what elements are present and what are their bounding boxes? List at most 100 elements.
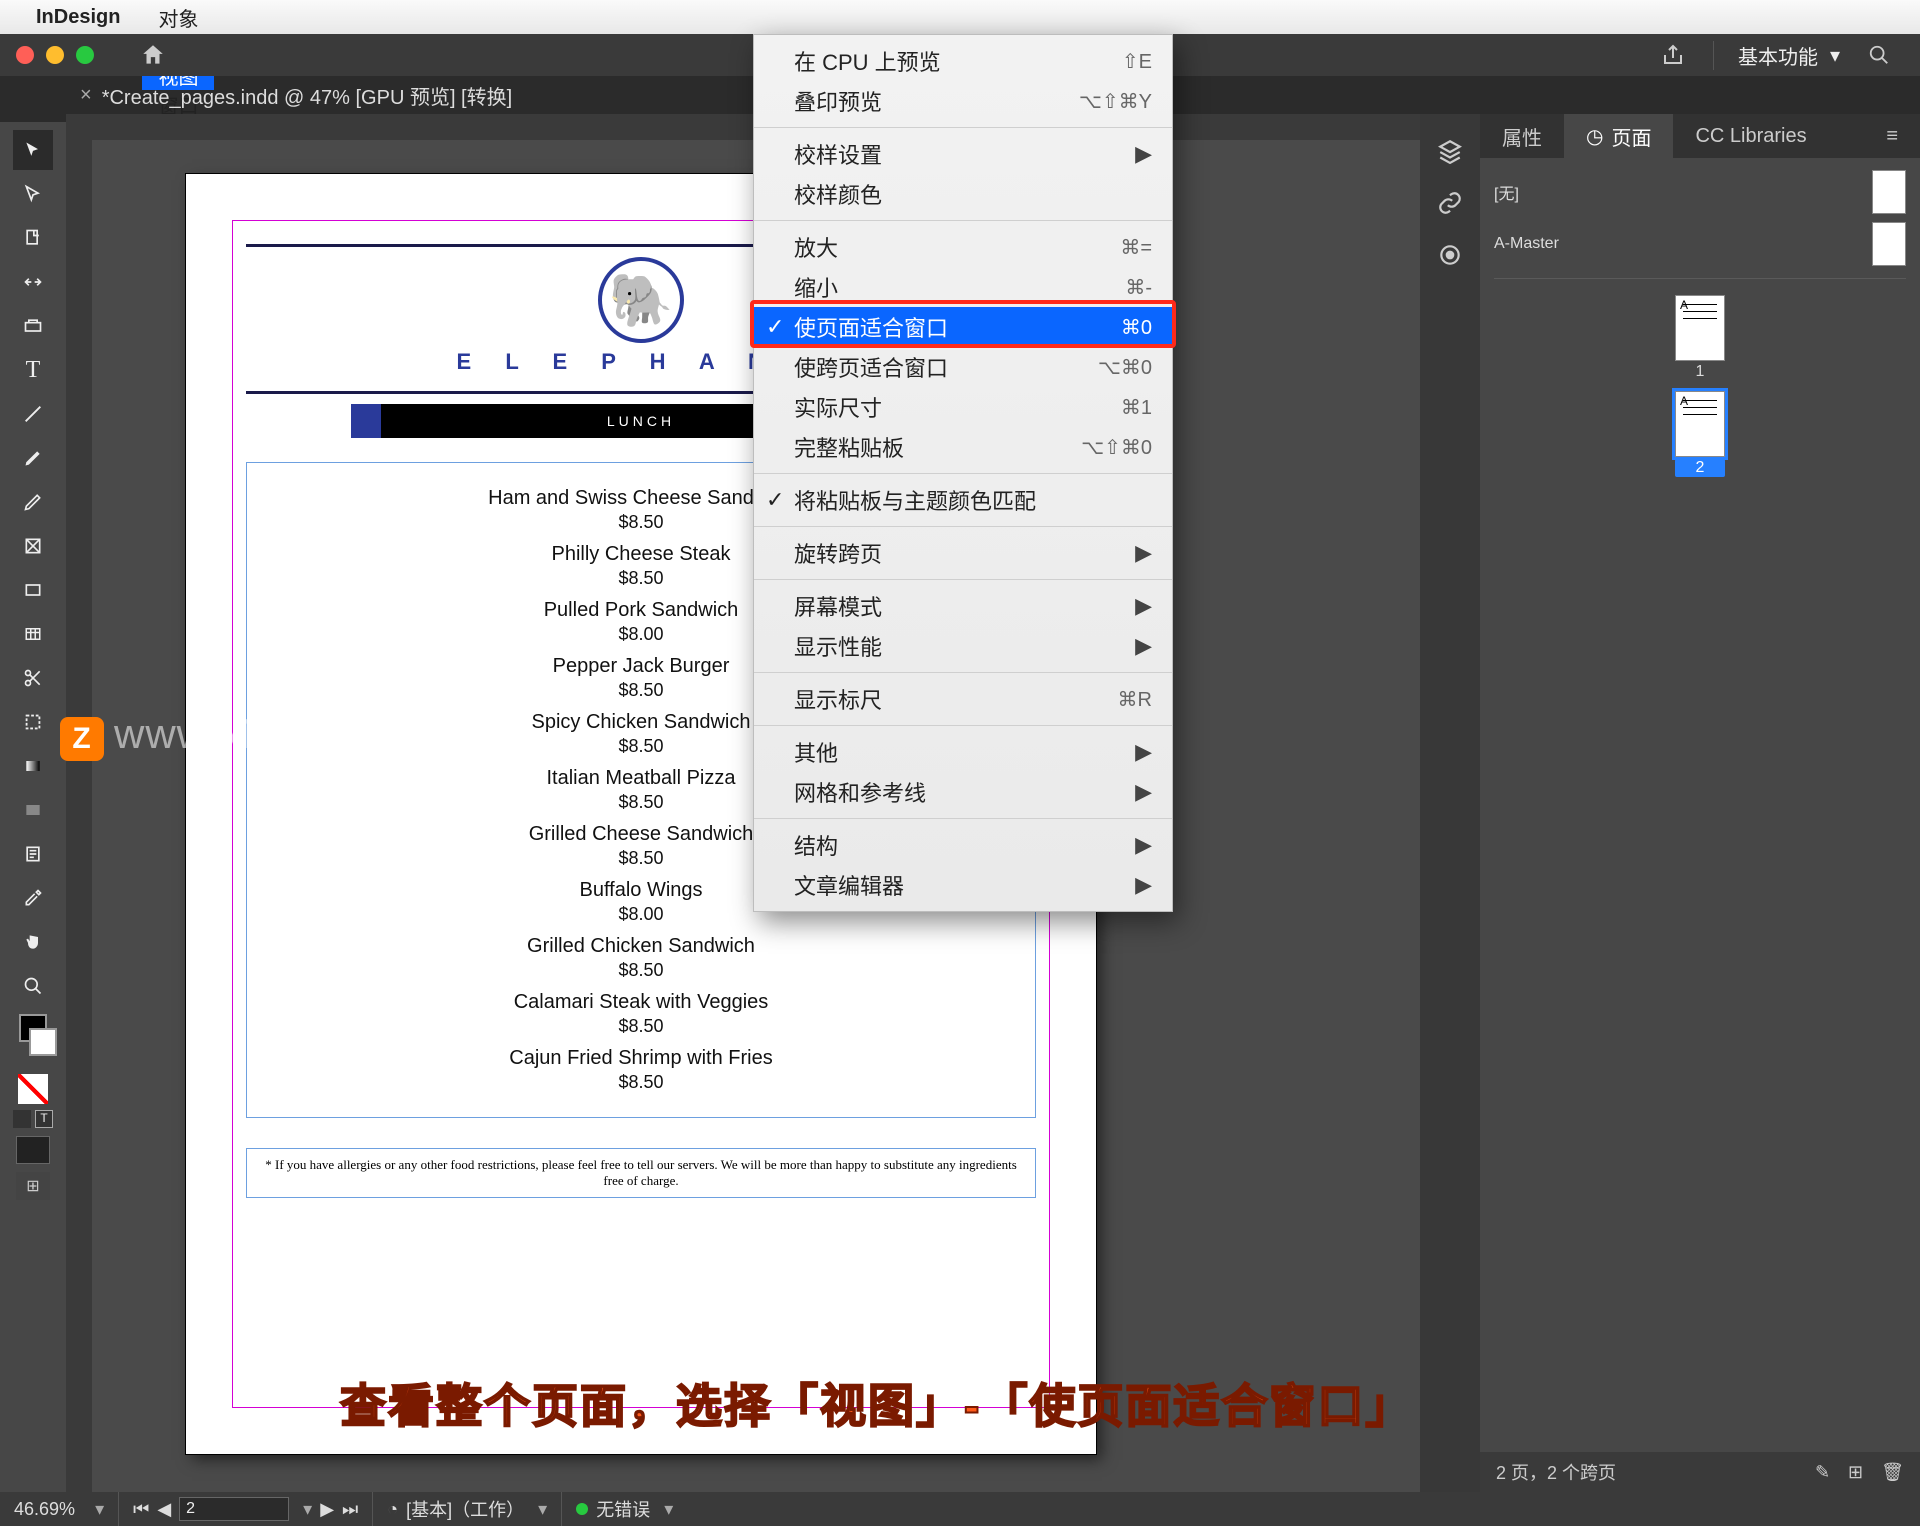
close-tab-icon[interactable]: × [80, 84, 92, 107]
menu-item[interactable]: 文章编辑器▶ [754, 865, 1172, 905]
footnote: * If you have allergies or any other foo… [246, 1148, 1036, 1198]
watermark: Zwww.MacZ.com [60, 710, 422, 761]
table-icon[interactable] [13, 614, 53, 654]
pencil-tool[interactable] [13, 482, 53, 522]
menu-item[interactable]: ✓将粘贴板与主题颜色匹配 [754, 480, 1172, 520]
page-thumbnail[interactable]: A [1675, 295, 1725, 361]
view-menu-dropdown[interactable]: 在 CPU 上预览⇧E叠印预览⌥⇧⌘Y 校样设置▶校样颜色放大⌘=缩小⌘-✓使页面… [753, 34, 1173, 912]
pen-tool[interactable] [13, 438, 53, 478]
menu-对象[interactable]: 对象 [142, 3, 214, 32]
gradient-feather-tool[interactable] [13, 790, 53, 830]
pages-panel-body: [无]A-Master A1A2 [1480, 158, 1920, 485]
last-page-icon[interactable]: ⏭ [342, 1499, 358, 1520]
fill-stroke-swatches[interactable] [19, 1014, 47, 1070]
menu-item[interactable]: 校样颜色 [754, 174, 1172, 214]
zoom-dropdown-icon[interactable] [89, 1499, 104, 1520]
page-thumbnail[interactable]: A [1675, 391, 1725, 457]
menu-item[interactable]: 使跨页适合窗口⌥⌘0 [754, 347, 1172, 387]
menu-item[interactable]: 放大⌘= [754, 227, 1172, 267]
menu-item[interactable]: 网格和参考线▶ [754, 772, 1172, 812]
grid-toggle-button[interactable]: ⊞ [16, 1172, 50, 1200]
zoom-level[interactable]: 46.69% [14, 1499, 75, 1520]
rectangle-frame-tool[interactable] [13, 526, 53, 566]
zoom-window-button[interactable] [76, 46, 94, 64]
chevron-down-icon: ▾ [1830, 43, 1840, 68]
menu-item[interactable]: 实际尺寸⌘1 [754, 387, 1172, 427]
panel-tab-属性[interactable]: 属性 [1480, 114, 1564, 158]
screen-mode-button[interactable] [16, 1136, 50, 1164]
minimize-window-button[interactable] [46, 46, 64, 64]
menu-item[interactable]: 完整粘贴板⌥⇧⌘0 [754, 427, 1172, 467]
status-ok-icon [576, 1503, 588, 1515]
menu-food-item: Calamari Steak with Veggies [267, 991, 1015, 1014]
app-name[interactable]: InDesign [36, 6, 120, 29]
selection-tool[interactable] [13, 130, 53, 170]
home-icon[interactable] [140, 42, 166, 68]
rectangle-tool[interactable] [13, 570, 53, 610]
content-collector-tool[interactable] [13, 306, 53, 346]
gap-tool[interactable] [13, 262, 53, 302]
master-row[interactable]: A-Master [1494, 218, 1906, 270]
links-icon[interactable] [1433, 186, 1467, 220]
page-number-label: 2 [1675, 459, 1725, 477]
menu-food-item: Cajun Fried Shrimp with Fries [267, 1047, 1015, 1070]
color-apply-row[interactable]: T [13, 1110, 53, 1128]
menu-item[interactable]: ✓使页面适合窗口⌘0 [754, 307, 1172, 347]
menu-item[interactable]: 显示标尺⌘R [754, 679, 1172, 719]
next-page-icon[interactable]: ▶ [320, 1499, 334, 1520]
vertical-ruler[interactable] [66, 140, 92, 1492]
direct-selection-tool[interactable] [13, 174, 53, 214]
new-page-icon[interactable]: ⊞ [1848, 1462, 1863, 1483]
canvas[interactable]: 🐘 E L E P H A N T LUNCH Ham and Swiss Ch… [66, 114, 1420, 1492]
none-swatch[interactable] [18, 1074, 48, 1104]
menu-item[interactable]: 缩小⌘- [754, 267, 1172, 307]
page-dropdown-icon[interactable] [297, 1499, 312, 1520]
search-icon[interactable] [1868, 44, 1890, 66]
menu-item[interactable]: 显示性能▶ [754, 626, 1172, 666]
type-tool[interactable]: T [13, 350, 53, 390]
preflight-user-icon: ◔ [387, 1499, 398, 1520]
preflight-section[interactable]: ◔ [基本]（工作） [372, 1492, 547, 1526]
zoom-tool[interactable] [13, 966, 53, 1006]
panel-tab-页面[interactable]: ◷页面 [1564, 114, 1673, 158]
page-navigator: ⏮ ◀ ▶ ⏭ [118, 1492, 358, 1526]
layers-icon[interactable] [1433, 134, 1467, 168]
menu-item[interactable]: 屏幕模式▶ [754, 586, 1172, 626]
preflight-profile: [基本]（工作） [406, 1496, 524, 1522]
errors-section[interactable]: 无错误 [561, 1492, 673, 1526]
document-tab[interactable]: × *Create_pages.indd @ 47% [GPU 预览] [转换] [80, 81, 512, 110]
menu-item[interactable]: 结构▶ [754, 825, 1172, 865]
errors-label: 无错误 [596, 1496, 650, 1522]
elephant-logo-icon: 🐘 [598, 257, 684, 343]
prev-page-icon[interactable]: ◀ [157, 1499, 171, 1520]
chevron-down-icon [532, 1499, 547, 1520]
page-number-field[interactable] [179, 1497, 289, 1521]
panel-menu-icon[interactable]: ≡ [1864, 114, 1920, 158]
first-page-icon[interactable]: ⏮ [133, 1499, 149, 1520]
share-icon[interactable] [1661, 43, 1685, 67]
menu-item[interactable]: 叠印预览⌥⇧⌘Y [754, 81, 1172, 121]
chevron-down-icon [658, 1499, 673, 1520]
ruler-origin[interactable] [66, 114, 92, 140]
hand-tool[interactable] [13, 922, 53, 962]
gradient-swatch-tool[interactable] [13, 746, 53, 786]
stroke-panel-icon[interactable] [1433, 238, 1467, 272]
line-tool[interactable] [13, 394, 53, 434]
scissors-tool[interactable] [13, 658, 53, 698]
menu-item[interactable]: 旋转跨页▶ [754, 533, 1172, 573]
eyedropper-tool[interactable] [13, 878, 53, 918]
page-tool[interactable] [13, 218, 53, 258]
trash-icon[interactable]: 🗑 [1881, 1462, 1904, 1483]
menu-food-item: Grilled Chicken Sandwich [267, 935, 1015, 958]
workspace-switcher[interactable]: 基本功能 ▾ [1713, 41, 1840, 70]
menu-item[interactable]: 在 CPU 上预览⇧E [754, 41, 1172, 81]
edit-page-icon[interactable]: ✎ [1815, 1462, 1830, 1483]
panel-tab-CC Libraries[interactable]: CC Libraries [1673, 114, 1828, 158]
note-tool[interactable] [13, 834, 53, 874]
menu-item[interactable]: 其他▶ [754, 732, 1172, 772]
master-row[interactable]: [无] [1494, 166, 1906, 218]
free-transform-tool[interactable] [13, 702, 53, 742]
menu-item[interactable]: 校样设置▶ [754, 134, 1172, 174]
close-window-button[interactable] [16, 46, 34, 64]
menu-food-price: $8.50 [267, 960, 1015, 981]
